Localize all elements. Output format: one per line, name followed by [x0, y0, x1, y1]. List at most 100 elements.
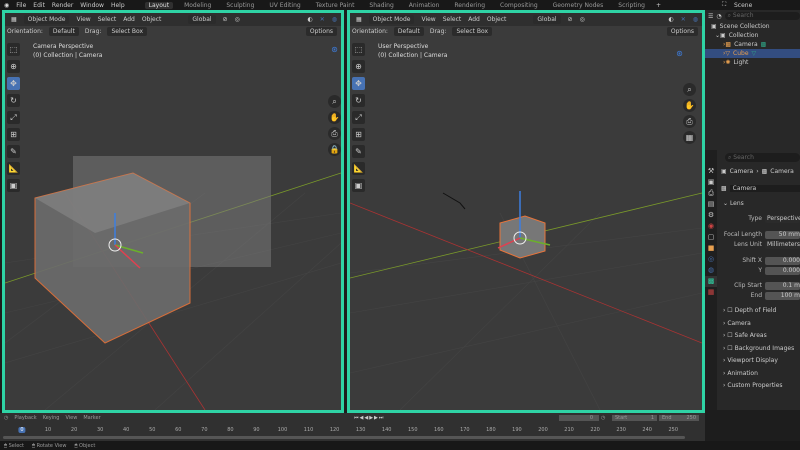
viewport-camera[interactable]: ▦ Object Mode View Select Add Object Glo…	[2, 10, 344, 413]
cursor-tool-icon[interactable]: ⊕	[352, 60, 365, 73]
menu-window[interactable]: Window	[80, 2, 104, 9]
section-lens[interactable]: ⌄ Lens	[723, 200, 800, 210]
tab-geometry-nodes[interactable]: Geometry Nodes	[549, 2, 608, 9]
camera-view-icon[interactable]: ⎙	[683, 115, 696, 128]
section-viewport-display[interactable]: › Viewport Display	[723, 357, 800, 367]
move-tool-icon[interactable]: ✥	[352, 77, 365, 90]
physics-tab-icon[interactable]: ◍	[705, 265, 717, 276]
outliner-item-camera[interactable]: ›▩ Camera ▩	[705, 40, 800, 49]
output-tab-icon[interactable]: ⎙	[705, 188, 717, 199]
camera-data-tab-icon[interactable]: ▩	[705, 276, 717, 287]
clip-start-input[interactable]: 0.1 m	[765, 281, 800, 290]
editor-type-icon[interactable]: ▦	[11, 16, 17, 23]
visibility-icon[interactable]: ◐	[668, 16, 673, 23]
camera-view-icon[interactable]: ⎙	[328, 127, 341, 140]
type-dropdown[interactable]: Perspective	[765, 214, 800, 223]
select-box-tool-icon[interactable]: ⬚	[7, 43, 20, 56]
scene-selector[interactable]: Scene	[734, 2, 752, 9]
tab-animation[interactable]: Animation	[405, 2, 444, 9]
zoom-icon[interactable]: ⌕	[328, 95, 341, 108]
navigation-gizmo-icon[interactable]: ⊛	[328, 43, 341, 56]
current-frame-marker[interactable]: 0	[18, 427, 26, 433]
menu-add[interactable]: Add	[123, 16, 135, 23]
shift-x-input[interactable]: 0.000	[765, 256, 800, 265]
scene-icon[interactable]: ⛶	[722, 1, 726, 9]
visibility-icon[interactable]: ◐	[307, 16, 312, 23]
scene-tab-icon[interactable]: ⚙	[705, 210, 717, 221]
add-cube-tool-icon[interactable]: ▣	[7, 179, 20, 192]
collection-tab-icon[interactable]: ▢	[705, 232, 717, 243]
drag-dropdown[interactable]: Select Box	[107, 27, 148, 36]
pan-hand-icon[interactable]: ✋	[328, 111, 341, 124]
texture-tab-icon[interactable]: ▦	[705, 287, 717, 298]
outliner-item-cube[interactable]: ›▽ Cube ▽	[705, 49, 800, 58]
section-background-images[interactable]: › ☐ Background Images	[723, 345, 800, 355]
annotate-tool-icon[interactable]: ✎	[7, 145, 20, 158]
tab-layout[interactable]: Layout	[144, 1, 174, 9]
menu-file[interactable]: File	[16, 2, 26, 9]
blender-logo-icon[interactable]: ◉	[4, 2, 9, 9]
section-safe-areas[interactable]: › ☐ Safe Areas	[723, 332, 800, 342]
modifier-tab-icon[interactable]: ◎	[705, 254, 717, 265]
rotate-tool-icon[interactable]: ↻	[352, 94, 365, 107]
tab-sculpting[interactable]: Sculpting	[222, 2, 258, 9]
menu-select[interactable]: Select	[98, 16, 117, 23]
add-workspace-icon[interactable]: +	[656, 2, 661, 9]
pan-hand-icon[interactable]: ✋	[683, 99, 696, 112]
menu-view[interactable]: View	[421, 16, 435, 23]
mode-dropdown[interactable]: Object Mode	[23, 15, 70, 24]
editor-type-icon[interactable]: ▦	[356, 16, 362, 23]
view-layer-tab-icon[interactable]: ▤	[705, 199, 717, 210]
outliner-search[interactable]: ⌕ Search	[724, 12, 800, 20]
section-animation[interactable]: › Animation	[723, 370, 800, 380]
navigation-gizmo-icon[interactable]: ⊛	[673, 47, 686, 60]
object-tab-icon[interactable]: ■	[705, 243, 717, 254]
menu-render[interactable]: Render	[52, 2, 73, 9]
shift-y-input[interactable]: 0.000	[765, 266, 800, 275]
viewport-user[interactable]: ▦ Object Mode View Select Add Object Glo…	[347, 10, 705, 413]
measure-tool-icon[interactable]: 📐	[352, 162, 365, 175]
transform-tool-icon[interactable]: ⊞	[352, 128, 365, 141]
gizmo-toggle-icon[interactable]: ✕	[681, 16, 686, 23]
options-dropdown[interactable]: Options	[666, 27, 698, 36]
tab-uv-editing[interactable]: UV Editing	[265, 2, 304, 9]
add-cube-tool-icon[interactable]: ▣	[352, 179, 365, 192]
cursor-tool-icon[interactable]: ⊕	[7, 60, 20, 73]
transform-orientation-dropdown[interactable]: Global	[188, 15, 216, 24]
section-depth-of-field[interactable]: › ☐ Depth of Field	[723, 307, 800, 317]
tab-rendering[interactable]: Rendering	[450, 2, 489, 9]
proportional-edit-icon[interactable]: ◎	[580, 16, 585, 23]
snap-icon[interactable]: ⊘	[223, 16, 228, 23]
measure-tool-icon[interactable]: 📐	[7, 162, 20, 175]
orientation-dropdown[interactable]: Default	[393, 27, 424, 36]
tab-scripting[interactable]: Scripting	[614, 2, 649, 9]
tool-tab-icon[interactable]: ⚒	[705, 166, 717, 177]
overlay-toggle-icon[interactable]: ◍	[332, 16, 337, 23]
tab-texture-paint[interactable]: Texture Paint	[312, 2, 359, 9]
transform-tool-icon[interactable]: ⊞	[7, 128, 20, 141]
menu-object[interactable]: Object	[142, 16, 162, 23]
timeline-scrollbar[interactable]	[3, 436, 685, 439]
display-mode-icon[interactable]: ◔	[716, 13, 721, 20]
drag-dropdown[interactable]: Select Box	[452, 27, 493, 36]
outliner-item-collection[interactable]: ⌄▣ Collection	[705, 31, 800, 40]
section-custom-properties[interactable]: › Custom Properties	[723, 382, 800, 392]
data-block-selector[interactable]: ▩ Camera	[721, 184, 800, 193]
editor-type-icon[interactable]: ☰	[708, 13, 713, 20]
options-dropdown[interactable]: Options	[305, 27, 337, 36]
move-tool-icon[interactable]: ✥	[7, 77, 20, 90]
annotate-tool-icon[interactable]: ✎	[352, 145, 365, 158]
focal-length-input[interactable]: 50 mm	[765, 230, 800, 239]
gizmo-toggle-icon[interactable]: ✕	[320, 16, 325, 23]
menu-add[interactable]: Add	[468, 16, 480, 23]
mode-dropdown[interactable]: Object Mode	[368, 15, 415, 24]
tab-shading[interactable]: Shading	[365, 2, 397, 9]
proportional-edit-icon[interactable]: ◎	[235, 16, 240, 23]
menu-view[interactable]: View	[76, 16, 90, 23]
projection-toggle-icon[interactable]: ▦	[683, 131, 696, 144]
clip-end-input[interactable]: 100 m	[765, 291, 800, 300]
data-name-field[interactable]: Camera	[729, 185, 800, 192]
section-camera[interactable]: › Camera	[723, 320, 800, 330]
menu-select[interactable]: Select	[443, 16, 462, 23]
scale-tool-icon[interactable]: ⤢	[7, 111, 20, 124]
